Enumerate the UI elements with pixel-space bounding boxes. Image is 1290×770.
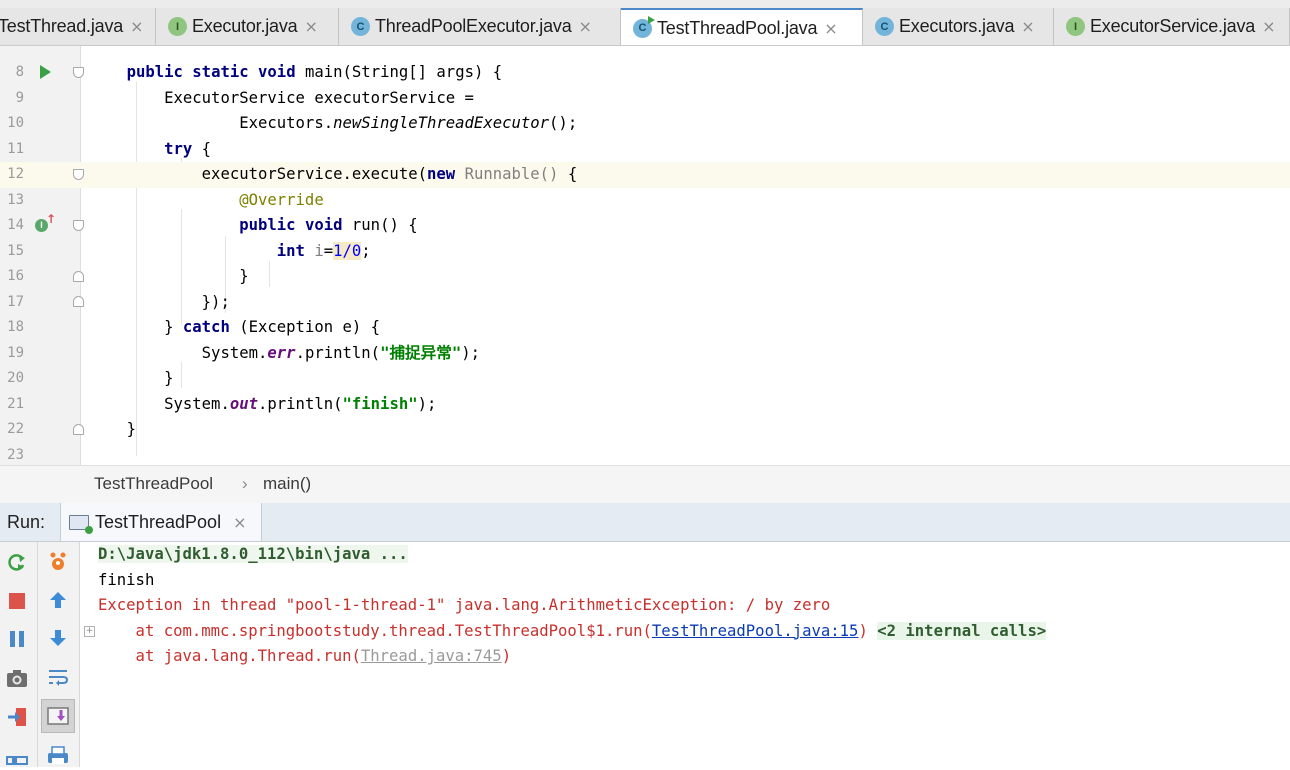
run-config-icon — [69, 514, 93, 534]
class-icon: C — [875, 17, 894, 36]
run-tool-window-header: Run: TestThreadPool × — [0, 503, 1290, 542]
interface-icon: I — [1066, 17, 1085, 36]
scroll-to-end-icon[interactable] — [41, 699, 75, 733]
code-line-15: 15 int i=1/0; — [7, 241, 371, 260]
interface-icon: I — [168, 17, 187, 36]
code-line-8: 8 public static void main(String[] args)… — [15, 63, 503, 81]
tab-label: Executor.java — [192, 16, 298, 36]
console-stacktrace-line: at java.lang.Thread.run(Thread.java:745) — [98, 647, 512, 665]
editor-tab-bar: TestThread.java × I Executor.java × C Th… — [0, 8, 1290, 46]
stacktrace-link[interactable]: Thread.java:745 — [361, 647, 502, 665]
console-exception-line: Exception in thread "pool-1-thread-1" ja… — [98, 596, 831, 614]
tab-label: ThreadPoolExecutor.java — [375, 16, 572, 36]
code-line-9: 9 ExecutorService executorService = — [15, 88, 474, 107]
run-toolbar-secondary — [38, 542, 80, 767]
run-tab-label: TestThreadPool — [95, 511, 222, 532]
console-command-line: D:\Java\jdk1.8.0_112\bin\java ... — [98, 545, 408, 563]
pause-icon[interactable] — [2, 624, 32, 654]
tab-executorservice[interactable]: I ExecutorService.java × — [1054, 8, 1290, 45]
tab-label: Executors.java — [899, 16, 1015, 36]
soft-wrap-icon[interactable] — [43, 662, 73, 692]
close-icon[interactable]: × — [130, 17, 143, 36]
expand-icon[interactable]: + — [84, 626, 95, 637]
fold-icon[interactable] — [73, 220, 84, 231]
close-icon[interactable]: × — [1021, 17, 1034, 36]
tab-executors[interactable]: C Executors.java × — [863, 8, 1054, 45]
tab-executor[interactable]: I Executor.java × — [156, 8, 339, 45]
code-line-16: 16 } — [7, 267, 249, 285]
tab-label: ExecutorService.java — [1090, 16, 1256, 36]
run-gutter-icon[interactable] — [40, 65, 51, 79]
class-icon: C — [351, 17, 370, 36]
stacktrace-link[interactable]: TestThreadPool.java:15 — [652, 622, 859, 640]
close-icon[interactable]: × — [824, 19, 837, 38]
code-line-19: 19 System.err.println("捕捉异常"); — [7, 343, 480, 362]
console-stdout-line: finish — [98, 570, 155, 589]
code-line-13: 13 @Override — [7, 190, 324, 209]
stop-icon[interactable] — [2, 586, 32, 616]
internal-calls-fold[interactable]: <2 internal calls> — [877, 621, 1047, 640]
code-line-18: 18 } catch (Exception e) { — [7, 318, 381, 336]
console-stacktrace-line: at com.mmc.springbootstudy.thread.TestTh… — [98, 621, 1047, 640]
breadcrumb: TestThreadPool › main() — [0, 465, 1290, 504]
run-console-output[interactable]: D:\Java\jdk1.8.0_112\bin\java ... finish… — [80, 542, 1290, 767]
window-title-strip — [0, 0, 1290, 8]
debug-bug-icon[interactable] — [43, 546, 73, 576]
tab-testthread[interactable]: TestThread.java × — [0, 8, 156, 45]
fold-icon[interactable] — [73, 296, 84, 307]
close-icon[interactable]: × — [304, 17, 317, 36]
code-line-12: 12 executorService.execute(new Runnable(… — [0, 162, 1290, 188]
tab-label: TestThread.java — [0, 16, 124, 36]
fold-icon[interactable] — [73, 169, 84, 180]
breadcrumb-class[interactable]: TestThreadPool — [94, 474, 213, 494]
code-editor[interactable]: 8 public static void main(String[] args)… — [0, 46, 1290, 465]
close-icon[interactable]: × — [233, 513, 246, 532]
print-icon[interactable] — [43, 740, 73, 770]
code-line-20: 20 } — [7, 369, 174, 387]
close-icon[interactable]: × — [579, 17, 592, 36]
arrow-down-icon[interactable] — [43, 623, 73, 653]
code-line-14: 14 public void run() { — [7, 216, 418, 234]
code-line-17: 17 }); — [7, 292, 230, 311]
fold-icon[interactable] — [73, 67, 84, 78]
breadcrumb-method[interactable]: main() — [263, 474, 311, 494]
code-line-21: 21 System.out.println("finish"); — [7, 394, 437, 413]
fold-icon[interactable] — [73, 424, 84, 435]
code-line-11: 11 try { — [7, 139, 212, 158]
code-line-23: 23 — [7, 446, 24, 463]
tab-testthreadpool[interactable]: C TestThreadPool.java × — [621, 8, 863, 45]
code-line-22: 22 } — [7, 420, 136, 438]
run-label: Run: — [7, 512, 46, 532]
tab-label: TestThreadPool.java — [657, 17, 818, 38]
exit-icon[interactable] — [2, 702, 32, 732]
camera-icon[interactable] — [2, 663, 32, 693]
rerun-icon[interactable] — [2, 548, 32, 578]
run-tab-testthreadpool[interactable]: TestThreadPool × — [60, 503, 262, 541]
fold-icon[interactable] — [73, 271, 84, 282]
breadcrumb-separator: › — [242, 474, 248, 493]
override-arrow-icon: ↑ — [46, 212, 57, 226]
arrow-up-icon[interactable] — [43, 585, 73, 615]
tab-threadpoolexecutor[interactable]: C ThreadPoolExecutor.java × — [339, 8, 621, 45]
run-toolbar-primary — [0, 542, 38, 767]
close-icon[interactable]: × — [1262, 17, 1275, 36]
code-line-10: 10 Executors.newSingleThreadExecutor(); — [7, 114, 578, 132]
runnable-class-icon: C — [633, 15, 655, 38]
layout-icon[interactable] — [2, 740, 32, 770]
